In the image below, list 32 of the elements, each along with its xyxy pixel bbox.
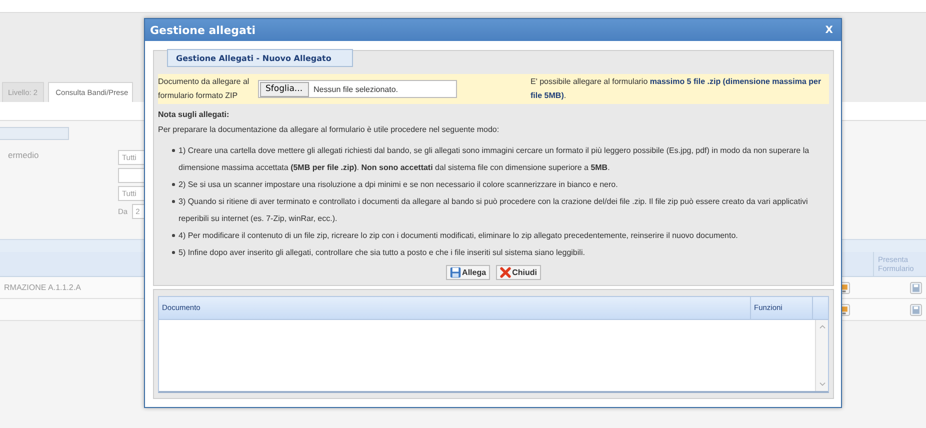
scrollbar[interactable] (815, 320, 828, 391)
panel-legend: Gestione Allegati - Nuovo Allegato (167, 49, 353, 67)
step-text: 5) Infine dopo aver inserito gli allegati, controllare che sia tutto a posto e che i file inseriti sul sistema siano leggibili. (178, 247, 586, 259)
scroll-up-icon[interactable] (818, 324, 826, 329)
attach-button[interactable]: Allega (446, 265, 490, 280)
close-dialog-button[interactable]: Chiudi (496, 265, 541, 280)
scroll-down-icon[interactable] (818, 382, 826, 387)
close-button[interactable]: X (825, 24, 833, 36)
file-status: Nessun file selezionato. (314, 84, 398, 94)
note-intro: Per preparare la documentazione da allegare al formulario è utile procedere nel seguente modo: (158, 125, 500, 134)
floppy-icon (450, 267, 462, 278)
file-label: Documento da allegare al formulario formato ZIP (158, 76, 250, 102)
field-label: ermedio (8, 150, 40, 162)
section-header-bar (0, 127, 69, 140)
browse-button[interactable]: Sfoglia... (260, 82, 309, 96)
file-input[interactable]: Sfoglia... Nessun file selezionato. (258, 80, 457, 98)
bullet-icon (172, 200, 174, 202)
save-icon[interactable] (910, 304, 922, 316)
dialog-title: Gestione allegati (150, 24, 256, 36)
bullet-icon (172, 149, 174, 152)
table-cell-text: RMAZIONE A.1.1.2.A (3, 283, 82, 292)
step-text: 3) Quando si ritiene di aver terminato e controllato i documenti da allegare al bando si può procedere con la crazione del/dei file .zip. Il file zip può essere creato da vari applicativi reperibili su internet (es. 7-Zip, winRar, ecc.). (178, 196, 809, 225)
limit-note: E' possibile allegare al formulario massimo 5 file .zip (dimensione massima per file 5MB). (530, 76, 822, 102)
save-icon[interactable] (910, 282, 922, 294)
bullet-icon (172, 183, 174, 186)
close-icon (500, 267, 512, 278)
step-text: 4) Per modificare il contenuto di un file zip, ricreare lo zip con i documenti modificati, eliminare lo zip allegato precedentemente, reinserire il nuovo documento. (178, 230, 739, 242)
bullet-icon (172, 234, 174, 236)
step-text: 1) Creare una cartella dove mettere gli allegati richiesti dal bando, se gli allegati sono immagini cercare un formato il più leggero possibile (Es.jpg, pdf) in modo da non superare la dimensione massima accettata (5MB per file .zip). Non sono accettati dal sistema file con dimensione superiore a 5MB. (178, 145, 810, 174)
note-title: Nota sugli allegati: (158, 110, 230, 119)
bullet-icon (172, 251, 174, 254)
step-text: 2) Se si usa un scanner impostare una risoluzione a dpi minimi e se non necessario il colore scannerizzare in bianco e nero. (178, 179, 619, 191)
